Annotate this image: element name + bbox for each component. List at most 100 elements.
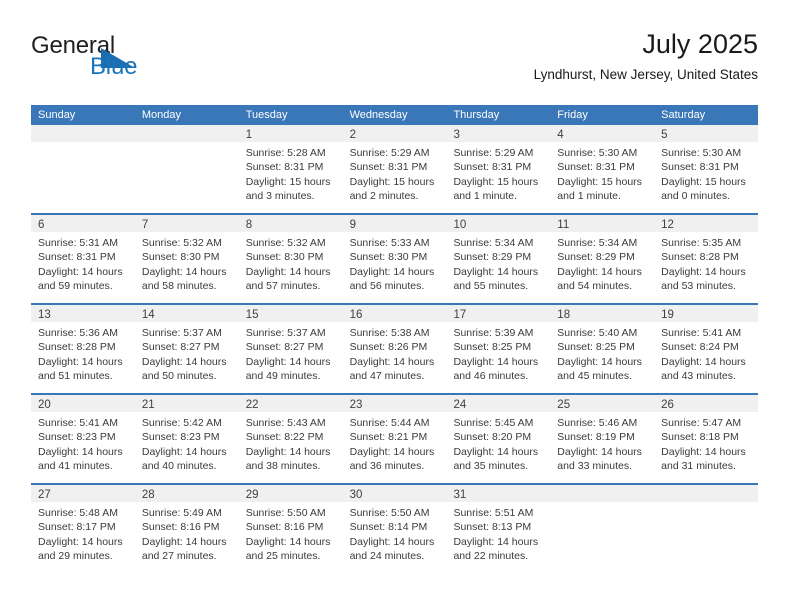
calendar-day-cell[interactable]: 25 Sunrise: 5:46 AM Sunset: 8:19 PM Dayligh…	[550, 395, 655, 483]
day-detail-body: Sunrise: 5:39 AM Sunset: 8:25 PM Daylight:…	[446, 322, 550, 384]
calendar-day-cell[interactable]: 26 Sunrise: 5:47 AM Sunset: 8:18 PM Dayligh…	[654, 395, 759, 483]
day-detail-body: Sunrise: 5:51 AM Sunset: 8:13 PM Daylight:…	[446, 502, 550, 564]
daylight-text-line1: Daylight: 14 hours	[349, 535, 435, 548]
day-detail-body: Sunrise: 5:38 AM Sunset: 8:26 PM Daylight:…	[343, 322, 447, 384]
day-number-band: 3	[446, 125, 551, 142]
sunrise-text: Sunrise: 5:35 AM	[661, 237, 742, 249]
calendar-day-cell[interactable]: 29 Sunrise: 5:50 AM Sunset: 8:16 PM Dayligh…	[238, 485, 343, 575]
page-subtitle-location: Lyndhurst, New Jersey, United States	[533, 67, 758, 82]
sunset-text: Sunset: 8:25 PM	[557, 341, 635, 354]
daylight-text-line1: Daylight: 15 hours	[661, 175, 746, 188]
sunset-text: Sunset: 8:29 PM	[557, 251, 635, 264]
day-number: 24	[453, 399, 467, 411]
day-number: 20	[38, 399, 51, 411]
day-detail-body: Sunrise: 5:31 AM Sunset: 8:31 PM Daylight:…	[31, 232, 135, 294]
calendar-day-cell[interactable]: 22 Sunrise: 5:43 AM Sunset: 8:22 PM Dayligh…	[238, 395, 343, 483]
calendar-day-cell[interactable]: 12 Sunrise: 5:35 AM Sunset: 8:28 PM Dayligh…	[654, 215, 759, 303]
calendar-day-cell[interactable]: 11 Sunrise: 5:34 AM Sunset: 8:29 PM Dayligh…	[550, 215, 655, 303]
day-number: 25	[557, 399, 571, 411]
daylight-text-line1: Daylight: 14 hours	[38, 355, 123, 368]
daylight-text-line1: Daylight: 15 hours	[453, 175, 539, 188]
calendar-day-cell[interactable]: 23 Sunrise: 5:44 AM Sunset: 8:21 PM Dayligh…	[342, 395, 447, 483]
day-number: 27	[38, 489, 51, 501]
daylight-text-line2: and 29 minutes.	[38, 550, 113, 563]
day-detail-body: Sunrise: 5:41 AM Sunset: 8:24 PM Daylight:…	[654, 322, 758, 384]
calendar-day-cell[interactable]: 6 Sunrise: 5:31 AM Sunset: 8:31 PM Daylight…	[31, 215, 135, 303]
calendar-day-cell[interactable]: 20 Sunrise: 5:41 AM Sunset: 8:23 PM Dayligh…	[31, 395, 135, 483]
calendar-day-cell-empty	[134, 125, 239, 213]
calendar-day-cell[interactable]: 15 Sunrise: 5:37 AM Sunset: 8:27 PM Dayligh…	[238, 305, 343, 393]
sunrise-text: Sunrise: 5:32 AM	[141, 237, 222, 249]
calendar-day-cell[interactable]: 9 Sunrise: 5:33 AM Sunset: 8:30 PM Daylight…	[342, 215, 447, 303]
day-number-band: 26	[654, 395, 759, 412]
daylight-text-line1: Daylight: 14 hours	[38, 535, 123, 548]
day-number: 30	[349, 489, 363, 501]
day-number-band: 22	[238, 395, 343, 412]
sunset-text: Sunset: 8:30 PM	[245, 251, 324, 264]
daylight-text-line2: and 49 minutes.	[245, 370, 321, 383]
calendar-day-cell[interactable]: 30 Sunrise: 5:50 AM Sunset: 8:14 PM Dayligh…	[342, 485, 447, 575]
sunset-text: Sunset: 8:20 PM	[453, 431, 532, 444]
sunrise-text: Sunrise: 5:47 AM	[661, 417, 742, 429]
sunrise-text: Sunrise: 5:30 AM	[661, 147, 742, 159]
sunset-text: Sunset: 8:28 PM	[661, 251, 739, 264]
calendar-day-cell[interactable]: 19 Sunrise: 5:41 AM Sunset: 8:24 PM Dayligh…	[654, 305, 759, 393]
day-detail-body: Sunrise: 5:46 AM Sunset: 8:19 PM Daylight:…	[550, 412, 654, 474]
calendar-day-cell[interactable]: 27 Sunrise: 5:48 AM Sunset: 8:17 PM Dayligh…	[31, 485, 135, 575]
sunrise-text: Sunrise: 5:33 AM	[349, 237, 430, 249]
calendar-day-cell[interactable]: 4 Sunrise: 5:30 AM Sunset: 8:31 PM Daylight…	[550, 125, 655, 213]
calendar-day-cell-empty	[654, 485, 759, 575]
day-number: 17	[453, 309, 467, 321]
daylight-text-line1: Daylight: 14 hours	[661, 355, 746, 368]
calendar-day-cell[interactable]: 31 Sunrise: 5:51 AM Sunset: 8:13 PM Dayligh…	[446, 485, 551, 575]
calendar-day-cell[interactable]: 5 Sunrise: 5:30 AM Sunset: 8:31 PM Daylight…	[654, 125, 759, 213]
calendar-day-cell[interactable]: 16 Sunrise: 5:38 AM Sunset: 8:26 PM Dayligh…	[342, 305, 447, 393]
daylight-text-line1: Daylight: 15 hours	[349, 175, 435, 188]
calendar-grid: Sunday Monday Tuesday Wednesday Thursday…	[31, 105, 759, 575]
calendar-day-cell[interactable]: 21 Sunrise: 5:42 AM Sunset: 8:23 PM Dayligh…	[134, 395, 239, 483]
day-number-band: 25	[550, 395, 655, 412]
daylight-text-line1: Daylight: 14 hours	[661, 265, 746, 278]
sunset-text: Sunset: 8:31 PM	[453, 161, 532, 174]
daylight-text-line2: and 22 minutes.	[453, 550, 529, 563]
day-number-band: 24	[446, 395, 551, 412]
calendar-day-cell[interactable]: 13 Sunrise: 5:36 AM Sunset: 8:28 PM Dayligh…	[31, 305, 135, 393]
day-detail-body: Sunrise: 5:41 AM Sunset: 8:23 PM Daylight:…	[31, 412, 135, 474]
day-detail-body: Sunrise: 5:29 AM Sunset: 8:31 PM Daylight:…	[446, 142, 550, 204]
calendar-day-cell[interactable]: 18 Sunrise: 5:40 AM Sunset: 8:25 PM Dayligh…	[550, 305, 655, 393]
calendar-day-cell[interactable]: 2 Sunrise: 5:29 AM Sunset: 8:31 PM Daylight…	[342, 125, 447, 213]
day-detail-body: Sunrise: 5:50 AM Sunset: 8:14 PM Daylight:…	[343, 502, 447, 564]
calendar-day-cell[interactable]: 28 Sunrise: 5:49 AM Sunset: 8:16 PM Dayligh…	[134, 485, 239, 575]
sunrise-text: Sunrise: 5:34 AM	[557, 237, 638, 249]
day-number-band: 10	[446, 215, 551, 232]
calendar-day-cell[interactable]: 7 Sunrise: 5:32 AM Sunset: 8:30 PM Daylight…	[134, 215, 239, 303]
day-detail-body: Sunrise: 5:33 AM Sunset: 8:30 PM Daylight:…	[343, 232, 447, 294]
day-number-band: 23	[342, 395, 447, 412]
calendar-day-cell[interactable]: 3 Sunrise: 5:29 AM Sunset: 8:31 PM Daylight…	[446, 125, 551, 213]
daylight-text-line1: Daylight: 14 hours	[141, 355, 227, 368]
daylight-text-line1: Daylight: 14 hours	[141, 445, 227, 458]
day-number-band: 13	[31, 305, 135, 322]
daylight-text-line2: and 0 minutes.	[661, 190, 731, 203]
calendar-day-cell[interactable]: 17 Sunrise: 5:39 AM Sunset: 8:25 PM Dayligh…	[446, 305, 551, 393]
daylight-text-line2: and 55 minutes.	[453, 280, 529, 293]
daylight-text-line1: Daylight: 14 hours	[453, 265, 539, 278]
day-number-band: 19	[654, 305, 759, 322]
calendar-day-cell[interactable]: 1 Sunrise: 5:28 AM Sunset: 8:31 PM Daylight…	[238, 125, 343, 213]
daylight-text-line2: and 35 minutes.	[453, 460, 529, 473]
sunset-text: Sunset: 8:27 PM	[141, 341, 220, 354]
daylight-text-line2: and 41 minutes.	[38, 460, 113, 473]
sunrise-text: Sunrise: 5:37 AM	[141, 327, 222, 339]
sunset-text: Sunset: 8:31 PM	[557, 161, 635, 174]
calendar-day-cell[interactable]: 24 Sunrise: 5:45 AM Sunset: 8:20 PM Dayligh…	[446, 395, 551, 483]
sunrise-text: Sunrise: 5:38 AM	[349, 327, 430, 339]
weekday-header-thursday: Thursday	[453, 109, 500, 121]
sunrise-text: Sunrise: 5:32 AM	[245, 237, 326, 249]
calendar-day-cell[interactable]: 10 Sunrise: 5:34 AM Sunset: 8:29 PM Dayligh…	[446, 215, 551, 303]
calendar-day-cell[interactable]: 8 Sunrise: 5:32 AM Sunset: 8:30 PM Daylight…	[238, 215, 343, 303]
daylight-text-line1: Daylight: 14 hours	[557, 355, 642, 368]
day-number-band: 11	[550, 215, 655, 232]
calendar-day-cell[interactable]: 14 Sunrise: 5:37 AM Sunset: 8:27 PM Dayligh…	[134, 305, 239, 393]
day-detail-body: Sunrise: 5:32 AM Sunset: 8:30 PM Daylight:…	[239, 232, 343, 294]
day-number: 2	[349, 129, 356, 141]
